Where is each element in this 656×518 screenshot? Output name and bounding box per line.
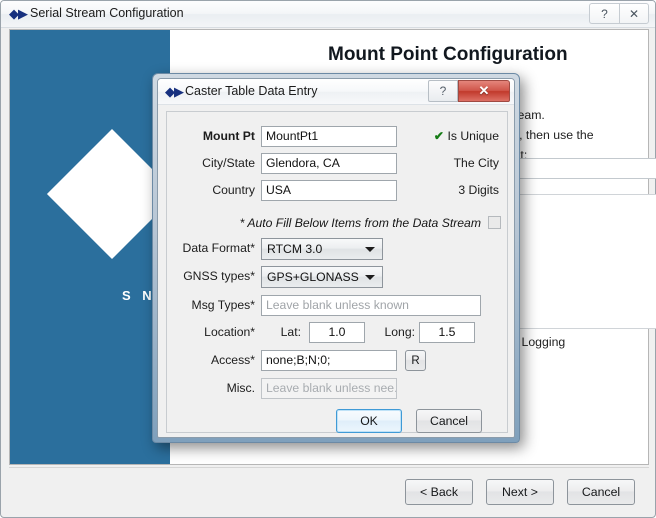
double-arrow-icon: ◆▶ — [165, 85, 183, 98]
autofill-row: * Auto Fill Below Items from the Data St… — [167, 213, 507, 235]
mount-pt-hint-label: Is Unique — [448, 129, 500, 143]
city-state-label: City/State — [177, 156, 255, 170]
dialog-form-panel: Mount Pt MountPt1 ✔ Is Unique City/State… — [166, 111, 508, 433]
long-input[interactable]: 1.5 — [419, 322, 475, 343]
data-format-select[interactable]: RTCM 3.0 — [261, 238, 383, 260]
dialog-help-button[interactable]: ? — [428, 80, 458, 102]
gnss-types-row: GNSS types* GPS+GLONASS — [167, 266, 507, 288]
mount-pt-input[interactable]: MountPt1 — [261, 126, 397, 147]
autofill-checkbox[interactable] — [488, 216, 501, 229]
msg-types-input[interactable]: Leave blank unless known — [261, 295, 481, 316]
back-button[interactable]: < Back — [405, 479, 473, 505]
location-label: Location* — [167, 325, 255, 339]
page-title: Mount Point Configuration — [328, 44, 568, 66]
footer-divider — [9, 467, 649, 468]
dialog-close-button[interactable]: ✕ — [458, 80, 510, 102]
double-arrow-icon: ◆▶ — [9, 7, 25, 21]
chevron-down-icon — [365, 247, 375, 252]
city-state-input[interactable]: Glendora, CA — [261, 153, 397, 174]
banner-word: S N — [122, 288, 156, 303]
next-button[interactable]: Next > — [486, 479, 554, 505]
help-button[interactable]: ? — [589, 3, 619, 24]
data-format-label: Data Format* — [167, 241, 255, 255]
country-hint: 3 Digits — [458, 183, 499, 197]
access-input[interactable]: none;B;N;0; — [261, 350, 397, 371]
gnss-types-select[interactable]: GPS+GLONASS — [261, 266, 383, 288]
mount-pt-row: Mount Pt MountPt1 ✔ Is Unique — [167, 126, 507, 148]
close-button[interactable]: ✕ — [619, 3, 649, 24]
caster-table-dialog: ◆▶ Caster Table Data Entry ? ✕ Mount Pt … — [152, 73, 520, 443]
access-label: Access* — [167, 353, 255, 367]
autofill-label: * Auto Fill Below Items from the Data St… — [240, 216, 481, 230]
window-title: Serial Stream Configuration — [30, 6, 184, 20]
misc-label: Misc. — [167, 381, 255, 395]
wizard-banner: S N — [10, 30, 170, 464]
lat-label: Lat: — [267, 325, 301, 339]
city-state-hint: The City — [454, 156, 499, 170]
dialog-titlebar: ◆▶ Caster Table Data Entry ? ✕ — [158, 79, 514, 105]
gnss-types-label: GNSS types* — [167, 269, 255, 283]
dialog-cancel-button[interactable]: Cancel — [416, 409, 482, 433]
country-label: Country — [177, 183, 255, 197]
chevron-down-icon — [365, 275, 375, 280]
application-window: ◆▶ Serial Stream Configuration ? ✕ S N M… — [0, 0, 656, 518]
data-format-value: RTCM 3.0 — [267, 242, 322, 256]
location-row: Location* Lat: 1.0 Long: 1.5 — [167, 322, 507, 344]
check-icon: ✔ — [434, 129, 444, 143]
city-state-row: City/State Glendora, CA The City — [167, 153, 507, 175]
country-input[interactable]: USA — [261, 180, 397, 201]
access-row: Access* none;B;N;0; R — [167, 350, 507, 372]
gnss-types-value: GPS+GLONASS — [267, 270, 359, 284]
wizard-cancel-button[interactable]: Cancel — [567, 479, 635, 505]
mount-pt-label: Mount Pt — [177, 129, 255, 143]
window-titlebar: ◆▶ Serial Stream Configuration ? ✕ — [1, 1, 655, 28]
window-controls: ? ✕ — [589, 3, 649, 24]
misc-input[interactable]: Leave blank unless nee... — [261, 378, 397, 399]
mount-pt-hint: ✔ Is Unique — [434, 129, 499, 143]
dialog-ok-button[interactable]: OK — [336, 409, 402, 433]
msg-types-row: Msg Types* Leave blank unless known — [167, 295, 507, 317]
msg-types-label: Msg Types* — [167, 298, 255, 312]
access-refresh-button[interactable]: R — [405, 350, 426, 371]
misc-row: Misc. Leave blank unless nee... — [167, 378, 507, 400]
dialog-title: Caster Table Data Entry — [185, 84, 317, 98]
data-format-row: Data Format* RTCM 3.0 — [167, 238, 507, 260]
long-label: Long: — [367, 325, 415, 339]
lat-input[interactable]: 1.0 — [309, 322, 365, 343]
country-row: Country USA 3 Digits — [167, 180, 507, 202]
